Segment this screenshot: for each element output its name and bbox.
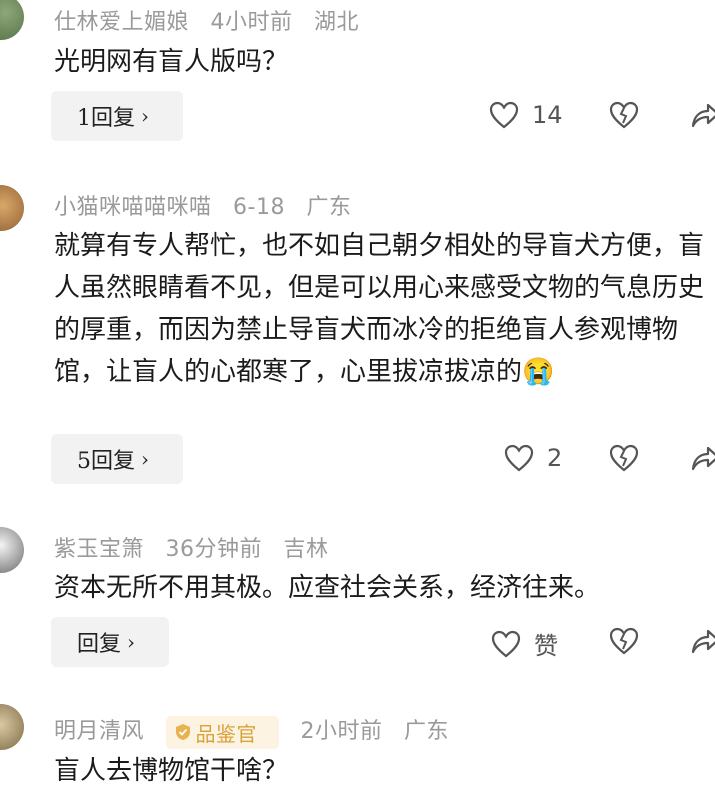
reply-label: 5回复 [77,449,135,474]
reply-button[interactable]: 1回复 › [51,91,183,141]
share-button[interactable] [690,100,715,130]
location: 吉林 [283,537,329,562]
reply-label: 1回复 [77,106,135,131]
broken-heart-icon [609,627,639,655]
like-count: 14 [532,101,563,129]
comment-meta: 紫玉宝箫 36分钟前 吉林 [54,531,343,563]
reply-button[interactable]: 5回复 › [51,434,183,484]
username[interactable]: 明月清风 [54,719,144,744]
chevron-right-icon: › [127,630,136,654]
share-arrow-icon [691,446,715,471]
avatar[interactable] [0,0,24,40]
dislike-button[interactable] [608,100,640,130]
share-button[interactable] [690,443,715,473]
username[interactable]: 仕林爱上媚娘 [54,10,189,35]
like-button[interactable]: 14 [488,100,563,130]
comment-text-content: 就算有专人帮忙，也不如自己朝夕相处的导盲犬方便，盲人虽然眼睛看不见，但是可以用心… [54,231,705,387]
like-button[interactable]: 赞 [490,626,558,661]
crying-emoji: 😭 [522,357,555,387]
dislike-button[interactable] [608,443,640,473]
location: 广东 [404,719,450,744]
reply-label: 回复 [77,632,122,657]
timestamp: 4小时前 [210,10,293,35]
username[interactable]: 紫玉宝箫 [54,537,144,562]
comment-text: 光明网有盲人版吗？ [54,47,289,77]
location: 湖北 [314,10,360,35]
reply-button[interactable]: 回复 › [51,617,169,667]
comment-text: 盲人去博物馆干啥？ [54,756,289,786]
comment-meta: 小猫咪喵喵咪喵 6-18 广东 [54,189,365,221]
comment-text: 资本无所不用其极。应查社会关系，经济往来。 [54,573,601,603]
timestamp: 36分钟前 [165,537,263,562]
avatar[interactable] [0,527,24,573]
badge: 品鉴官 [165,715,280,749]
badge-label: 品鉴官 [195,721,258,746]
timestamp: 2小时前 [300,719,383,744]
share-button[interactable] [690,626,715,656]
heart-outline-icon [491,630,521,657]
timestamp: 6-18 [233,195,285,220]
comment-text: 就算有专人帮忙，也不如自己朝夕相处的导盲犬方便，盲人虽然眼睛看不见，但是可以用心… [54,225,704,393]
share-arrow-icon [691,629,715,654]
comment-meta: 仕林爱上媚娘 4小时前 湖北 [54,4,373,36]
chevron-right-icon: › [141,104,149,128]
like-button[interactable]: 2 [503,443,562,473]
chevron-right-icon: › [141,447,149,471]
location: 广东 [306,195,352,220]
broken-heart-icon [609,444,639,472]
heart-outline-icon [489,101,519,129]
heart-outline-icon [504,444,534,472]
avatar[interactable] [0,185,24,231]
broken-heart-icon [609,101,639,129]
comment-meta: 明月清风 品鉴官 2小时前 广东 [54,713,463,749]
shield-check-icon [175,724,190,740]
like-label: 赞 [534,632,558,660]
like-count: 2 [547,444,563,472]
dislike-button[interactable] [608,626,640,656]
avatar[interactable] [0,704,24,750]
share-arrow-icon [691,103,715,128]
username[interactable]: 小猫咪喵喵咪喵 [54,195,212,220]
